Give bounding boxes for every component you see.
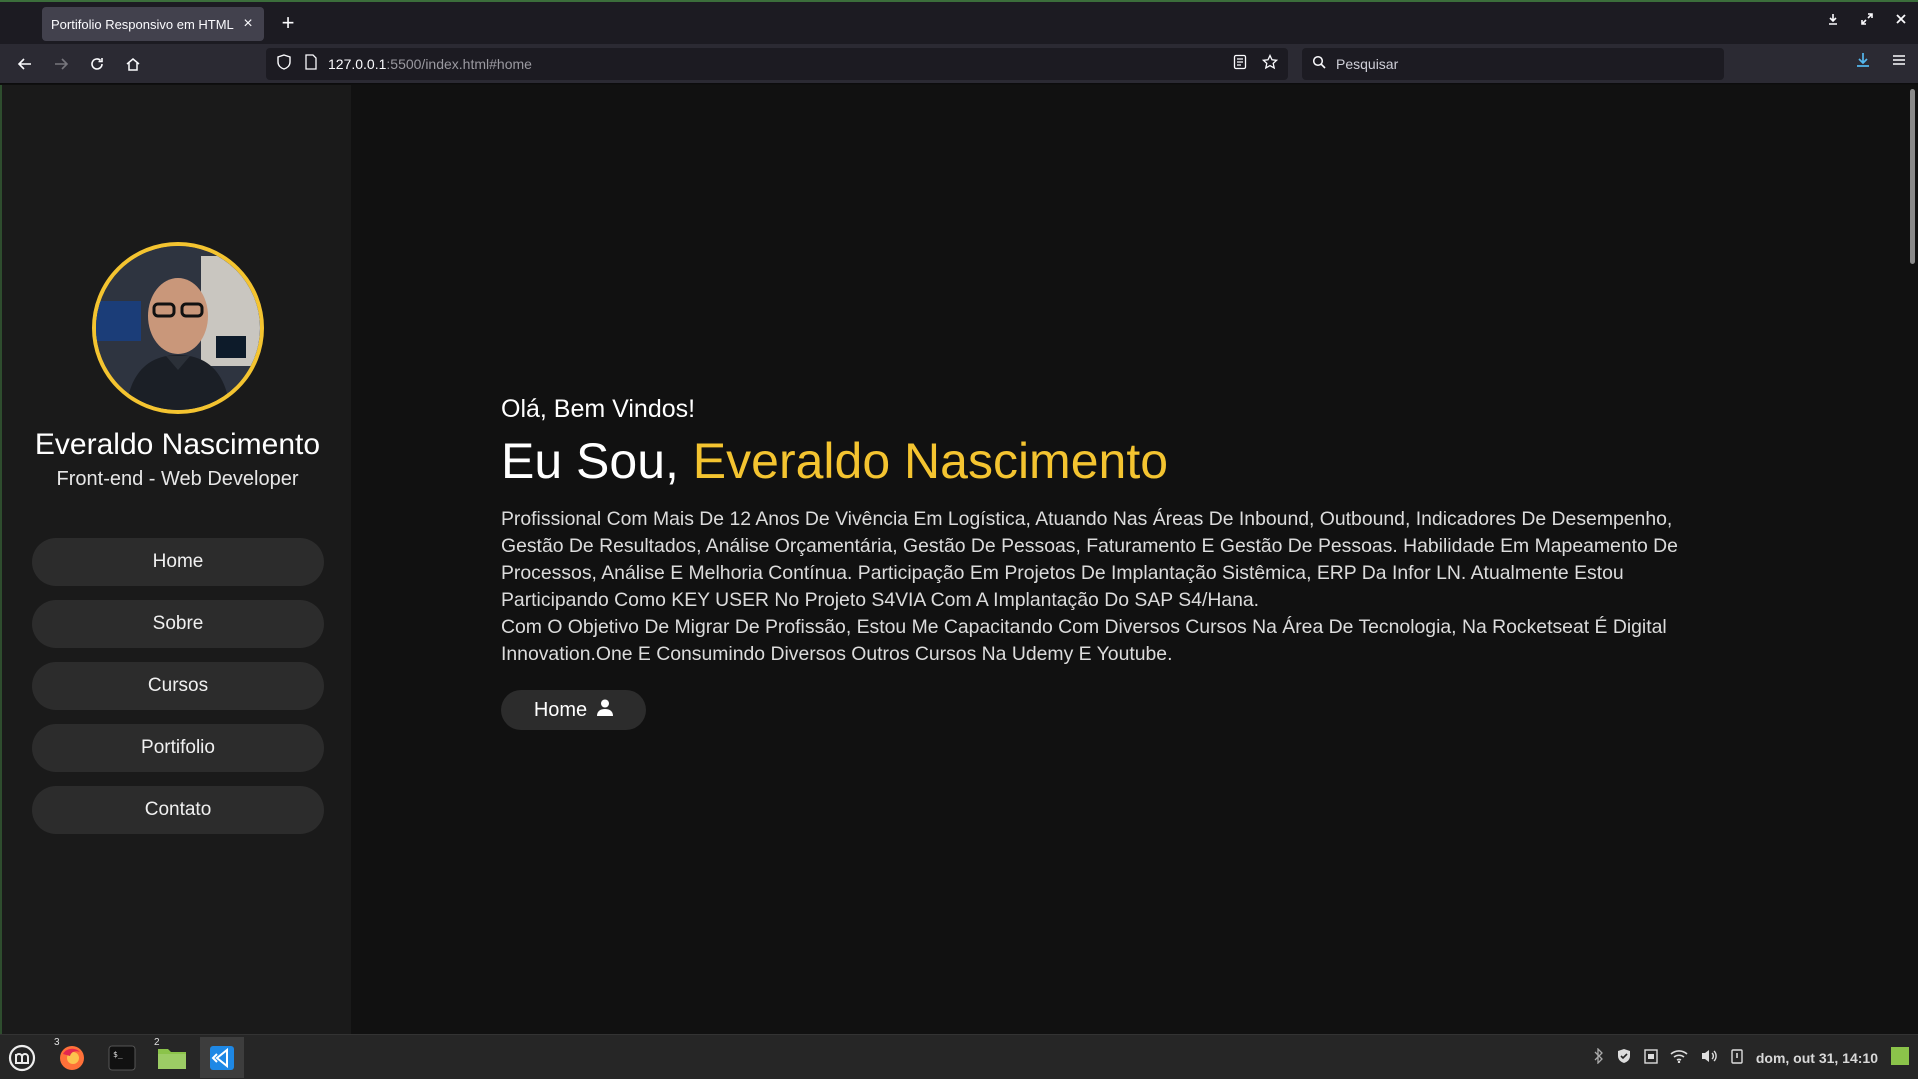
home-button[interactable]: Home (501, 690, 646, 730)
maximize-icon[interactable] (1858, 12, 1876, 30)
profile-name: Everaldo Nascimento (34, 428, 321, 461)
home-icon[interactable] (120, 51, 146, 77)
forward-icon[interactable] (48, 51, 74, 77)
navigation-bar: 127.0.0.1:5500/index.html#home Pesquisar (0, 44, 1918, 84)
scrollbar-thumb[interactable] (1910, 89, 1915, 264)
tab-bar: Portifolio Responsivo em HTML × + (0, 0, 1918, 44)
window-controls (1824, 12, 1910, 30)
headline-name: Everaldo Nascimento (692, 433, 1169, 489)
start-menu-icon[interactable] (0, 1037, 44, 1078)
terminal-taskbar-icon[interactable]: $_ (100, 1037, 144, 1078)
close-window-icon[interactable] (1892, 12, 1910, 30)
tab-title: Portifolio Responsivo em HTML (51, 16, 234, 32)
headline-prefix: Eu Sou, (501, 433, 693, 489)
menu-item-portifolio[interactable]: Portifolio (32, 724, 324, 772)
profile-role: Front-end - Web Developer (56, 468, 299, 490)
page-scrollbar[interactable] (1904, 85, 1918, 1034)
bio-paragraph-2: Com O Objetivo De Migrar De Profissão, E… (501, 616, 1667, 665)
screen: Portifolio Responsivo em HTML × + 127.0.… (0, 0, 1918, 1079)
url-host: 127.0.0.1 (328, 56, 387, 72)
headline: Eu Sou, Everaldo Nascimento (501, 432, 1168, 490)
close-tab-icon[interactable]: × (240, 15, 256, 33)
avatar (92, 242, 264, 414)
files-taskbar-icon[interactable]: 2 (150, 1037, 194, 1078)
sidebar: Everaldo Nascimento Front-end - Web Deve… (0, 85, 351, 1034)
address-bar[interactable]: 127.0.0.1:5500/index.html#home (266, 48, 1288, 80)
reader-view-icon[interactable] (1232, 54, 1248, 75)
url-path: :5500/index.html#home (386, 56, 532, 72)
menu-hamburger-icon[interactable] (1890, 51, 1908, 74)
menu-item-sobre[interactable]: Sobre (32, 600, 324, 648)
bio-paragraph-1: Profissional Com Mais De 12 Anos De Vivê… (501, 508, 1678, 611)
browser-tab[interactable]: Portifolio Responsivo em HTML × (42, 7, 264, 41)
page-icon (304, 53, 318, 75)
greeting: Olá, Bem Vindos! (501, 395, 696, 423)
files-window-count: 2 (154, 1037, 160, 1048)
search-bar[interactable]: Pesquisar (1302, 48, 1724, 80)
shield-icon[interactable] (276, 53, 292, 75)
taskbar: 3 $_ 2 dom, out 31, 14:10 (0, 1034, 1918, 1079)
search-input[interactable]: Pesquisar (1336, 56, 1398, 72)
show-desktop-icon[interactable] (1890, 1046, 1910, 1069)
menu-item-home[interactable]: Home (32, 538, 324, 586)
sidebar-menu: Home Sobre Cursos Portifolio Contato (32, 538, 324, 848)
toolbar-right (1854, 51, 1908, 74)
downloads-icon[interactable] (1854, 51, 1872, 74)
firefox-window-count: 3 (54, 1037, 60, 1048)
reload-icon[interactable] (84, 51, 110, 77)
power-icon[interactable] (1730, 1048, 1744, 1067)
menu-item-contato[interactable]: Contato (32, 786, 324, 834)
svg-text:$_: $_ (113, 1050, 123, 1059)
wifi-icon[interactable] (1670, 1049, 1688, 1066)
web-page: Everaldo Nascimento Front-end - Web Deve… (0, 85, 1918, 1034)
bio-text: Profissional Com Mais De 12 Anos De Vivê… (501, 506, 1731, 668)
system-tray: dom, out 31, 14:10 (1594, 1035, 1918, 1079)
firefox-taskbar-icon[interactable]: 3 (50, 1037, 94, 1078)
volume-icon[interactable] (1700, 1048, 1718, 1067)
back-icon[interactable] (12, 51, 38, 77)
home-button-label: Home (533, 698, 588, 721)
clock[interactable]: dom, out 31, 14:10 (1756, 1050, 1878, 1066)
minimize-icon[interactable] (1824, 12, 1842, 30)
hero-section: Olá, Bem Vindos! Eu Sou, Everaldo Nascim… (501, 85, 1751, 1034)
search-icon (1312, 55, 1326, 74)
bluetooth-icon[interactable] (1594, 1047, 1604, 1067)
menu-item-cursos[interactable]: Cursos (32, 662, 324, 710)
vscode-taskbar-icon[interactable] (200, 1037, 244, 1078)
clipboard-icon[interactable] (1644, 1048, 1658, 1067)
user-icon (597, 699, 614, 722)
url-text[interactable]: 127.0.0.1:5500/index.html#home (328, 56, 1232, 72)
new-tab-icon[interactable]: + (276, 12, 300, 36)
security-shield-icon[interactable] (1616, 1048, 1632, 1067)
bookmark-star-icon[interactable] (1261, 53, 1279, 75)
